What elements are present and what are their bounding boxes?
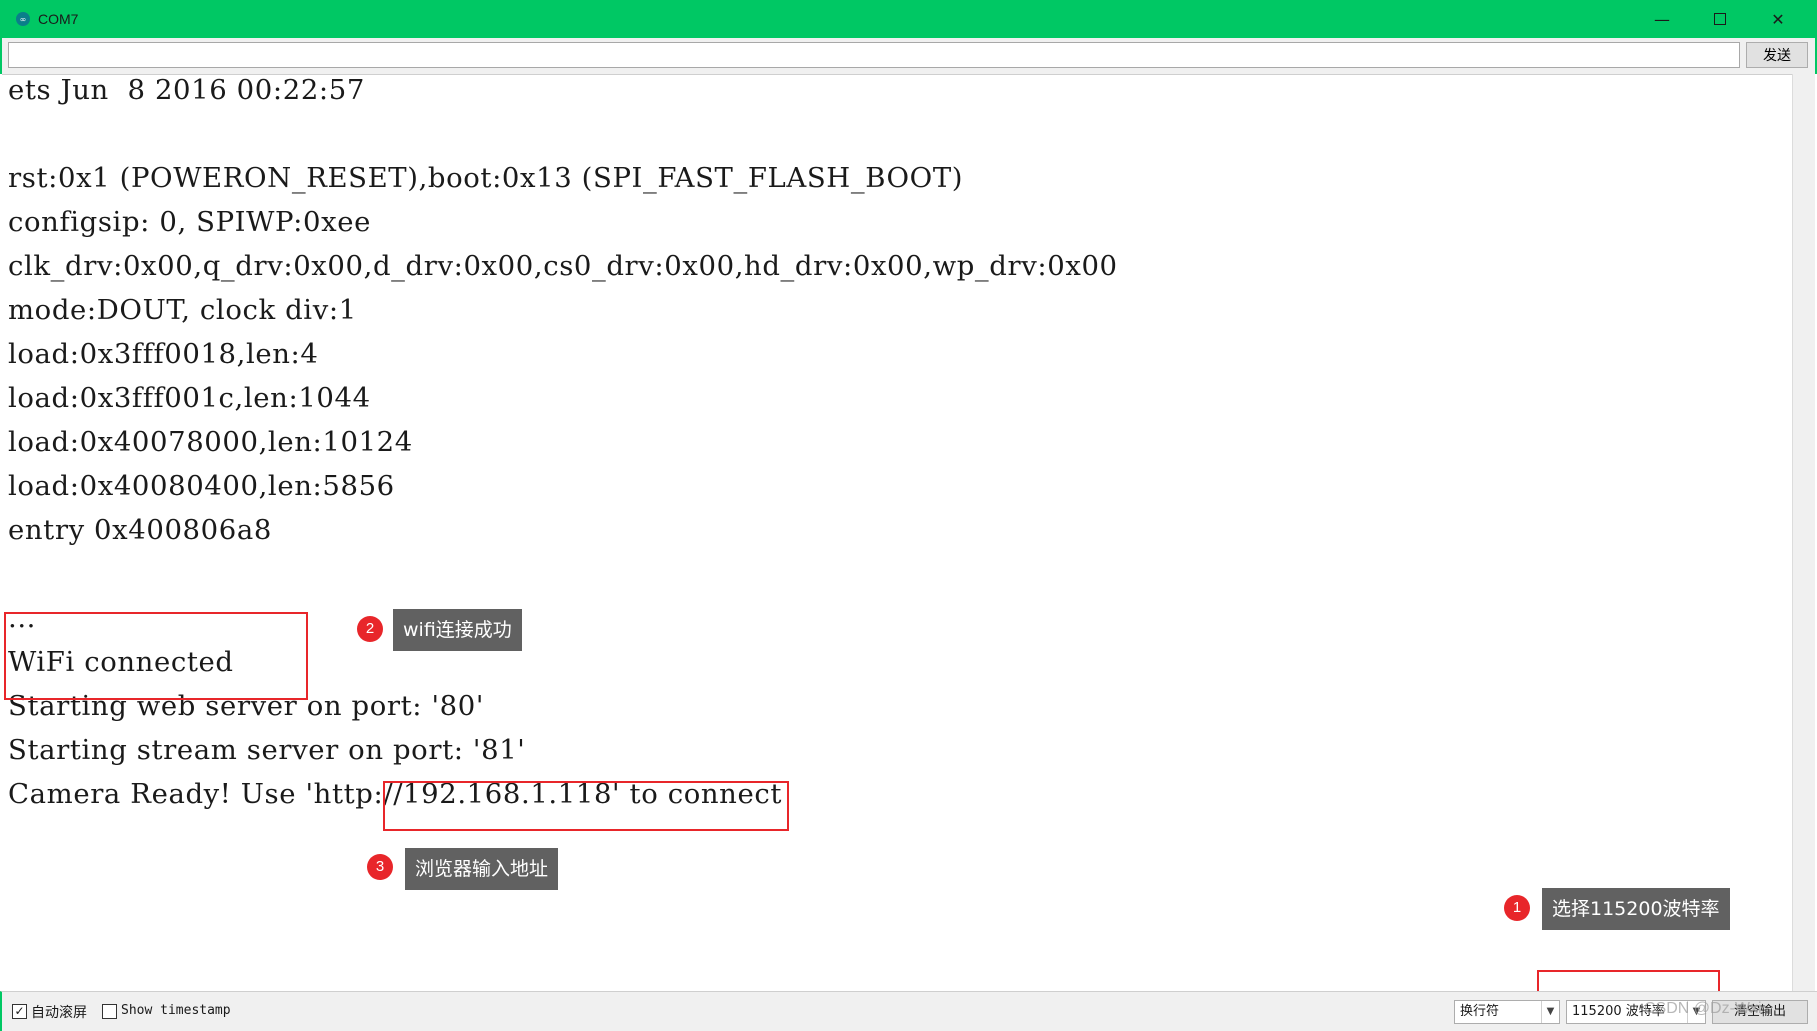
send-button[interactable]: 发送 [1746,42,1808,68]
close-icon: ✕ [1771,9,1785,29]
window-title: COM7 [38,11,79,27]
timestamp-checkbox[interactable] [102,1004,117,1019]
close-button[interactable]: ✕ [1749,0,1807,38]
annotation-tooltip: 浏览器输入地址 [405,848,559,890]
maximize-icon [1714,13,1726,25]
timestamp-label: Show timestamp [121,1003,231,1018]
send-input[interactable] [8,42,1740,68]
output-line: configsip: 0, SPIWP:0xee [8,206,371,238]
autoscroll-label: 自动滚屏 [31,1005,87,1021]
ip-address-highlight [383,781,789,831]
output-line: load:0x3fff0018,len:4 [8,338,319,370]
output-line: load:0x40078000,len:10124 [8,426,413,458]
annotation-badge: 1 [1504,895,1530,921]
line-ending-value: 换行符 [1460,1004,1500,1019]
output-line: clk_drv:0x00,q_drv:0x00,d_drv:0x00,cs0_d… [8,250,1118,282]
output-line: entry 0x400806a8 [8,514,272,546]
autoscroll-checkbox[interactable]: ✓ [12,1004,27,1019]
output-line: rst:0x1 (POWERON_RESET),boot:0x13 (SPI_F… [8,162,964,194]
serial-output[interactable]: ets Jun 8 2016 00:22:57 rst:0x1 (POWERON… [2,74,1792,991]
wifi-connected-highlight [4,612,308,700]
minimize-button[interactable]: — [1633,0,1691,38]
vertical-scrollbar[interactable] [1792,74,1815,991]
minimize-icon: — [1654,9,1670,29]
title-bar: ∞ COM7 — ✕ [0,0,1817,38]
output-line: load:0x40080400,len:5856 [8,470,395,502]
output-line: load:0x3fff001c,len:1044 [8,382,371,414]
chevron-down-icon: ▼ [1541,1001,1559,1023]
annotation-tooltip: wifi连接成功 [393,609,522,651]
annotation-tooltip: 选择115200波特率 [1542,888,1730,930]
output-line: Starting stream server on port: '81' [8,734,526,766]
bottom-bar: ✓ 自动滚屏 Show timestamp 换行符 ▼ 115200 波特率 ▼… [0,991,1817,1031]
output-line: ets Jun 8 2016 00:22:57 [8,74,365,106]
annotation-badge: 3 [367,854,393,880]
arduino-icon: ∞ [16,12,30,26]
output-line: mode:DOUT, clock div:1 [8,294,357,326]
maximize-button[interactable] [1691,0,1749,38]
line-ending-select[interactable]: 换行符 ▼ [1454,1000,1560,1024]
annotation-badge: 2 [357,616,383,642]
watermark: CSDN @Dz-Wxi [1644,1000,1762,1017]
